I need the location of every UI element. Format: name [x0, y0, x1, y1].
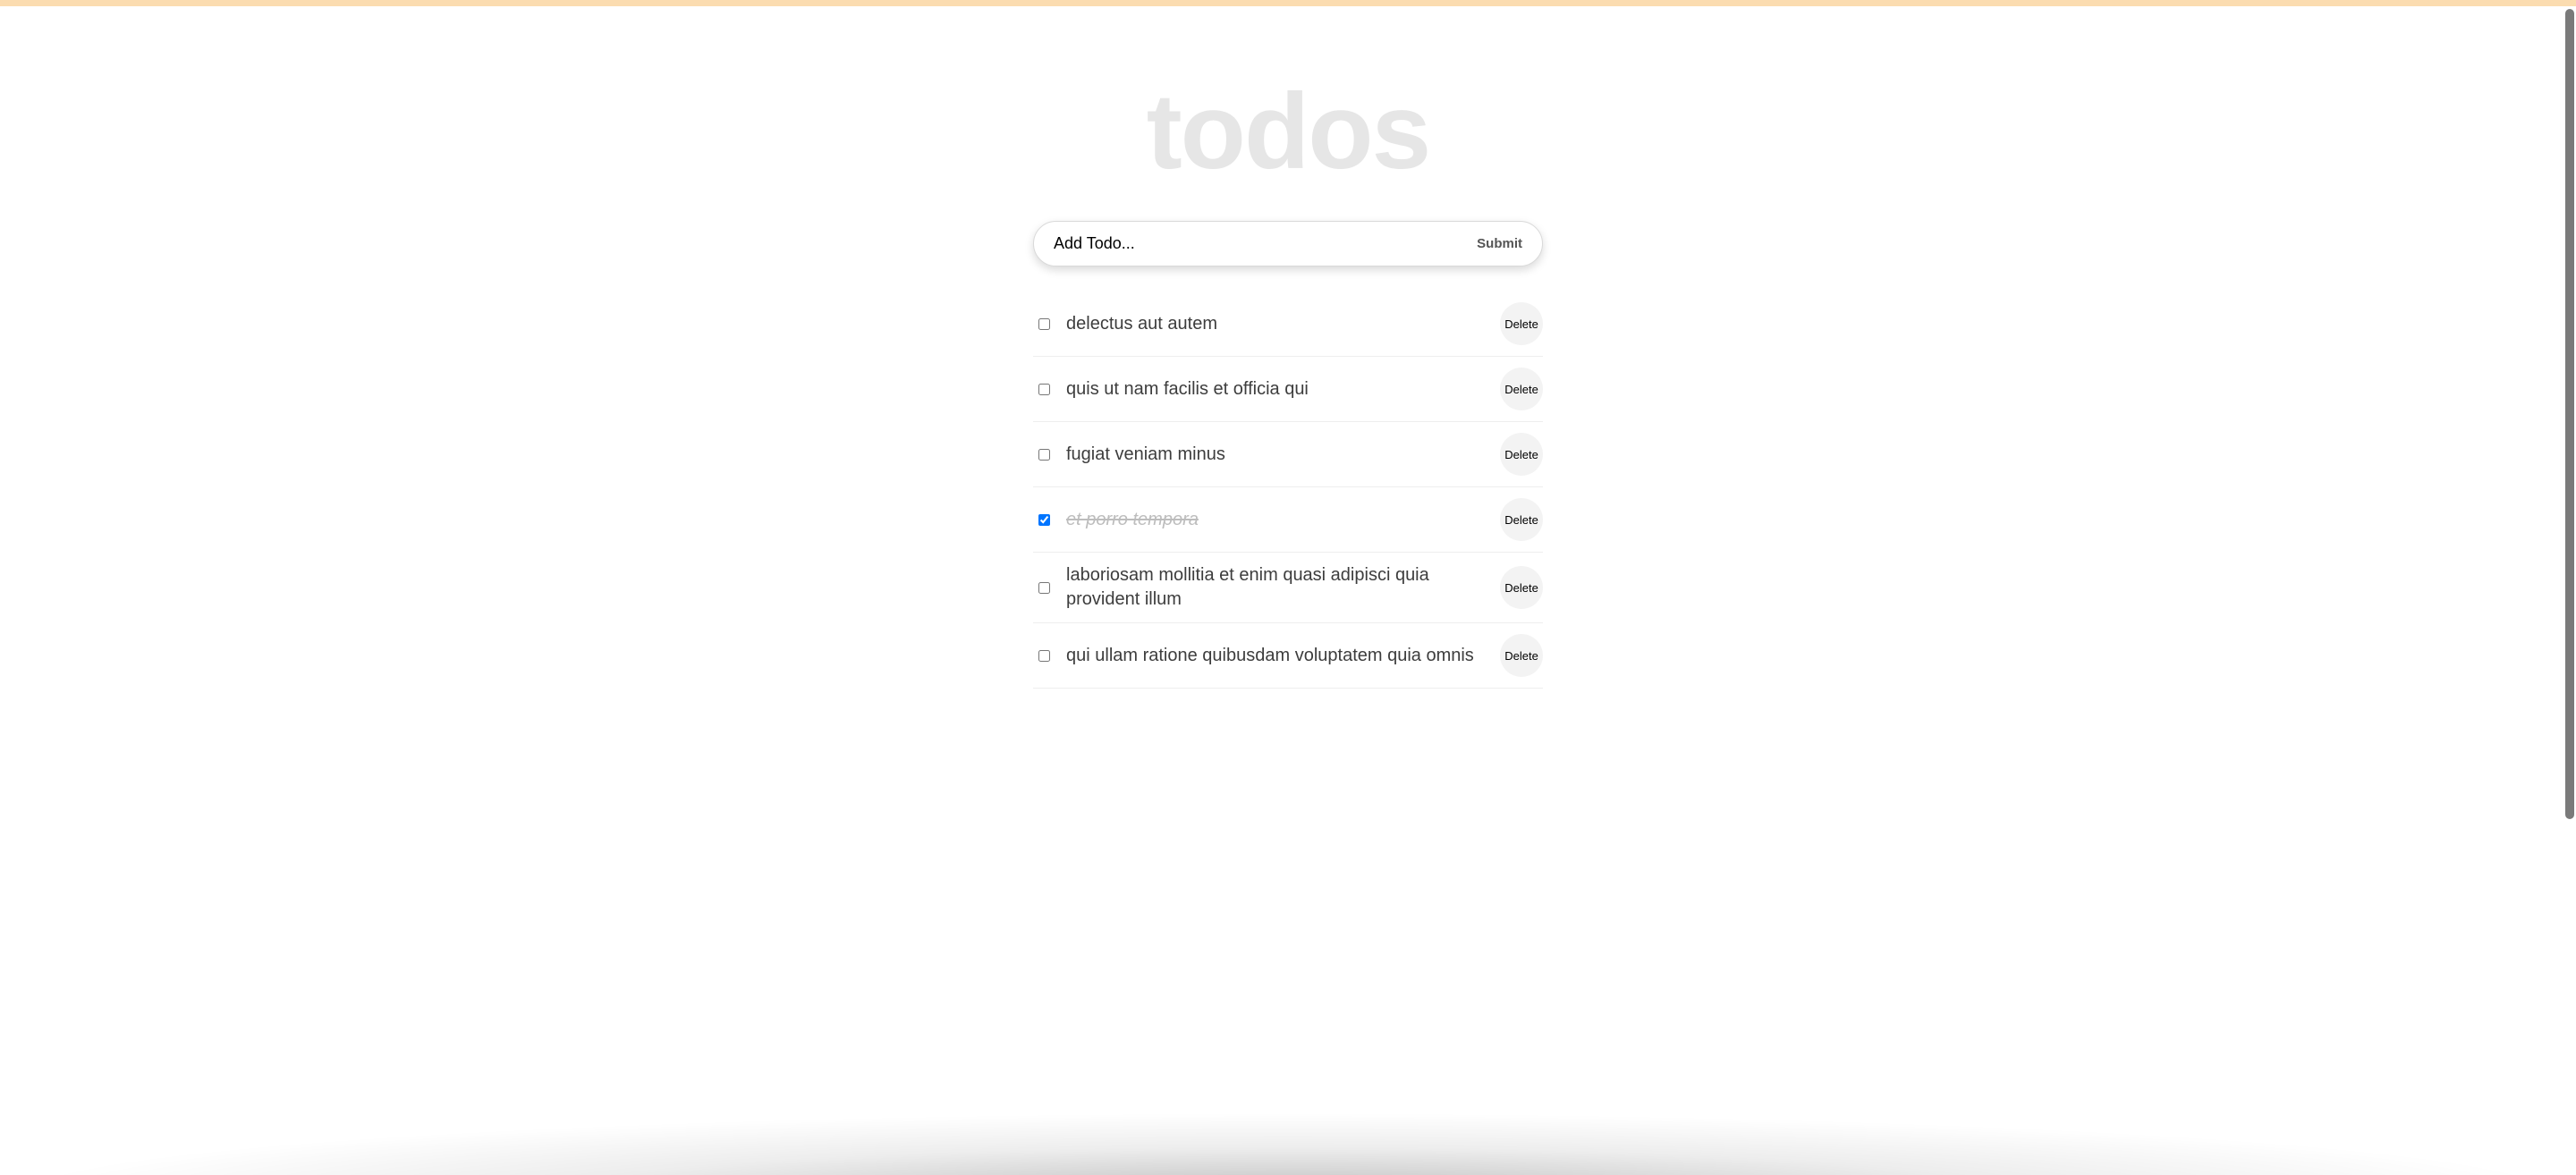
page-title: todos — [1147, 78, 1430, 185]
todo-text: et porro tempora — [1066, 508, 1487, 532]
todo-checkbox[interactable] — [1038, 582, 1050, 594]
add-todo-form: Submit — [1033, 221, 1543, 266]
app-container: todos Submit delectus aut autemDeletequi… — [0, 6, 2576, 689]
todo-item: quis ut nam facilis et officia qui Delete — [1033, 357, 1543, 422]
top-accent-bar — [0, 0, 2576, 6]
todo-item: fugiat veniam minus Delete — [1033, 422, 1543, 487]
add-todo-input[interactable] — [1052, 227, 1475, 260]
submit-button[interactable]: Submit — [1475, 231, 1524, 257]
delete-button[interactable]: Delete — [1500, 498, 1543, 541]
delete-button[interactable]: Delete — [1500, 368, 1543, 410]
todo-text: quis ut nam facilis et officia qui — [1066, 377, 1487, 402]
todo-item: qui ullam ratione quibusdam voluptatem q… — [1033, 623, 1543, 689]
delete-button[interactable]: Delete — [1500, 302, 1543, 345]
todo-checkbox[interactable] — [1038, 650, 1050, 662]
todo-text: laboriosam mollitia et enim quasi adipis… — [1066, 563, 1487, 612]
content: Submit delectus aut autemDeletequis ut n… — [1033, 221, 1543, 689]
todo-item: laboriosam mollitia et enim quasi adipis… — [1033, 553, 1543, 623]
delete-button[interactable]: Delete — [1500, 566, 1543, 609]
todo-text: qui ullam ratione quibusdam voluptatem q… — [1066, 644, 1487, 668]
todo-text: delectus aut autem — [1066, 312, 1487, 336]
todo-text: fugiat veniam minus — [1066, 443, 1487, 467]
todo-checkbox[interactable] — [1038, 384, 1050, 395]
todo-checkbox[interactable] — [1038, 514, 1050, 526]
todo-list: delectus aut autemDeletequis ut nam faci… — [1033, 292, 1543, 689]
todo-checkbox[interactable] — [1038, 318, 1050, 330]
scrollbar-track[interactable] — [2563, 9, 2574, 1166]
scrollbar-thumb[interactable] — [2565, 9, 2574, 819]
todo-item: et porro tempora Delete — [1033, 487, 1543, 553]
todo-item: delectus aut autem Delete — [1033, 292, 1543, 357]
todo-checkbox[interactable] — [1038, 449, 1050, 461]
bottom-shadow — [0, 1112, 2576, 1175]
delete-button[interactable]: Delete — [1500, 433, 1543, 476]
delete-button[interactable]: Delete — [1500, 634, 1543, 677]
